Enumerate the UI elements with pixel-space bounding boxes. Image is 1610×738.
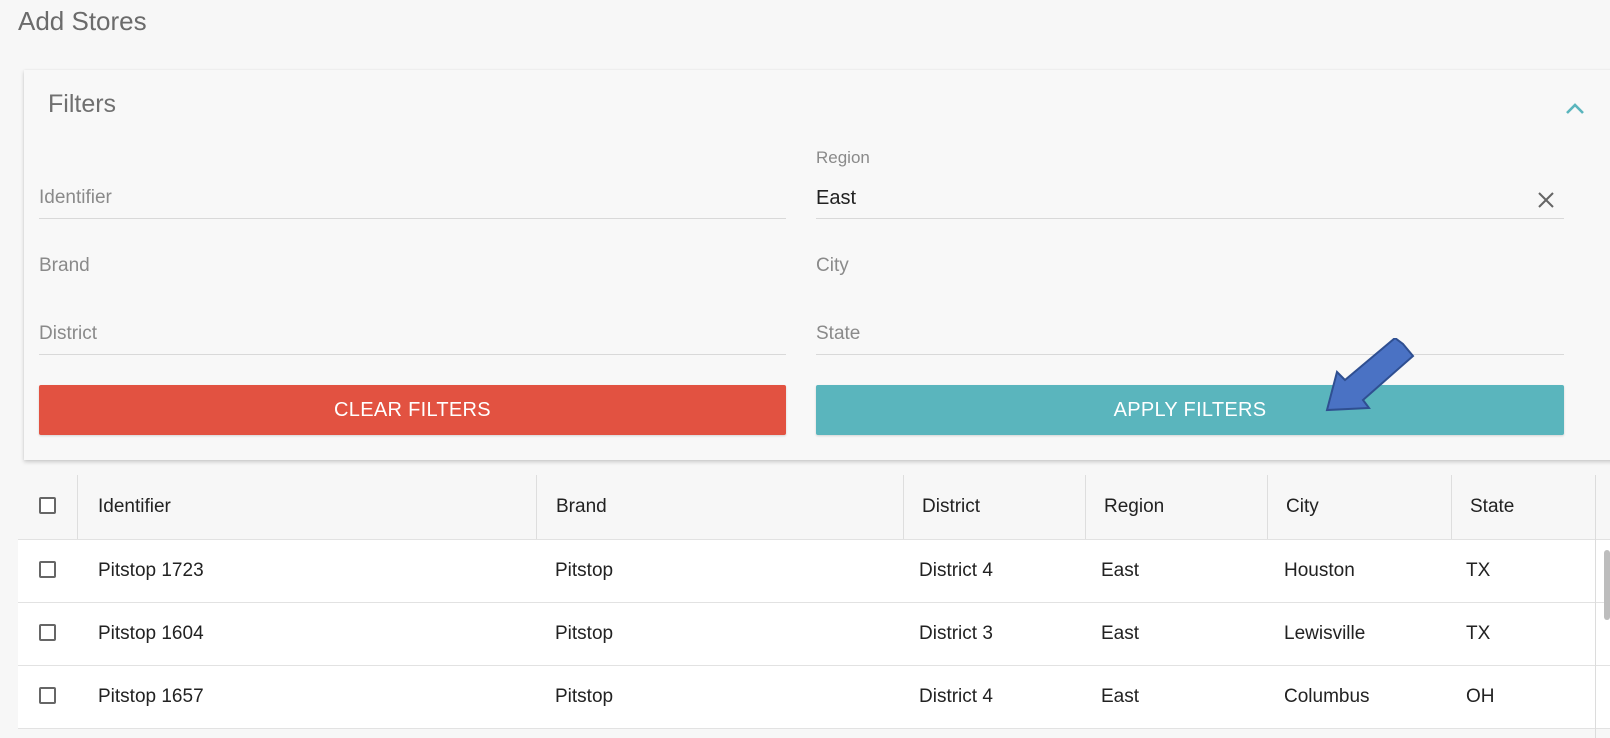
table-row[interactable]: Pitstop 1723 Pitstop District 4 East Hou… (18, 540, 1610, 603)
clear-filters-button[interactable]: CLEAR FILTERS (39, 385, 786, 435)
state-field[interactable]: State (816, 314, 1564, 355)
stores-table: Identifier Brand District Region City St… (18, 475, 1610, 729)
table-scrollbar[interactable] (1604, 550, 1610, 620)
cell-identifier: Pitstop 1657 (98, 686, 204, 707)
table-edge (1595, 475, 1596, 738)
row-checkbox[interactable] (39, 624, 56, 641)
close-icon[interactable] (1536, 190, 1556, 210)
district-placeholder: District (39, 323, 98, 344)
cell-identifier: Pitstop 1723 (98, 560, 204, 581)
cell-city: Columbus (1284, 686, 1370, 707)
cell-city: Lewisville (1284, 623, 1366, 644)
brand-field[interactable]: Brand (39, 246, 786, 286)
column-header-district[interactable]: District (922, 475, 980, 539)
city-placeholder: City (816, 255, 849, 276)
cell-district: District 4 (919, 686, 993, 707)
column-header-identifier[interactable]: Identifier (98, 475, 171, 539)
column-header-region[interactable]: Region (1104, 475, 1164, 539)
cell-city: Houston (1284, 560, 1355, 581)
table-row[interactable]: Pitstop 1657 Pitstop District 4 East Col… (18, 666, 1610, 729)
cell-state: OH (1466, 686, 1495, 707)
apply-filters-button[interactable]: APPLY FILTERS (816, 385, 1564, 435)
region-label: Region (816, 148, 870, 167)
table-row[interactable]: Pitstop 1604 Pitstop District 3 East Lew… (18, 603, 1610, 666)
column-header-brand[interactable]: Brand (556, 475, 607, 539)
cell-identifier: Pitstop 1604 (98, 623, 204, 644)
city-field[interactable]: City (816, 246, 1564, 286)
region-value: East (816, 187, 857, 209)
table-header: Identifier Brand District Region City St… (18, 475, 1610, 540)
cell-district: District 3 (919, 623, 993, 644)
cell-region: East (1101, 623, 1140, 644)
column-header-city[interactable]: City (1286, 475, 1319, 539)
page-title: Add Stores (18, 6, 147, 36)
column-divider (536, 475, 537, 539)
filters-title: Filters (48, 90, 117, 118)
column-divider (1267, 475, 1268, 539)
cell-brand: Pitstop (555, 560, 614, 581)
cell-region: East (1101, 560, 1140, 581)
select-all-checkbox[interactable] (39, 497, 56, 514)
identifier-field[interactable]: Identifier (39, 178, 786, 219)
cell-district: District 4 (919, 560, 993, 581)
region-field[interactable]: Region East (816, 148, 1564, 219)
district-field[interactable]: District (39, 314, 786, 355)
column-divider (903, 475, 904, 539)
brand-placeholder: Brand (39, 255, 90, 276)
row-checkbox[interactable] (39, 687, 56, 704)
identifier-placeholder: Identifier (39, 187, 112, 208)
arrow-pointer-icon (1325, 336, 1415, 418)
column-divider (77, 475, 78, 539)
cell-state: TX (1466, 623, 1491, 644)
row-checkbox[interactable] (39, 561, 56, 578)
cell-brand: Pitstop (555, 623, 614, 644)
chevron-up-icon[interactable] (1560, 94, 1590, 124)
column-divider (1451, 475, 1452, 539)
cell-state: TX (1466, 560, 1491, 581)
column-divider (1085, 475, 1086, 539)
cell-region: East (1101, 686, 1140, 707)
state-placeholder: State (816, 323, 861, 344)
column-header-state[interactable]: State (1470, 475, 1514, 539)
cell-brand: Pitstop (555, 686, 614, 707)
